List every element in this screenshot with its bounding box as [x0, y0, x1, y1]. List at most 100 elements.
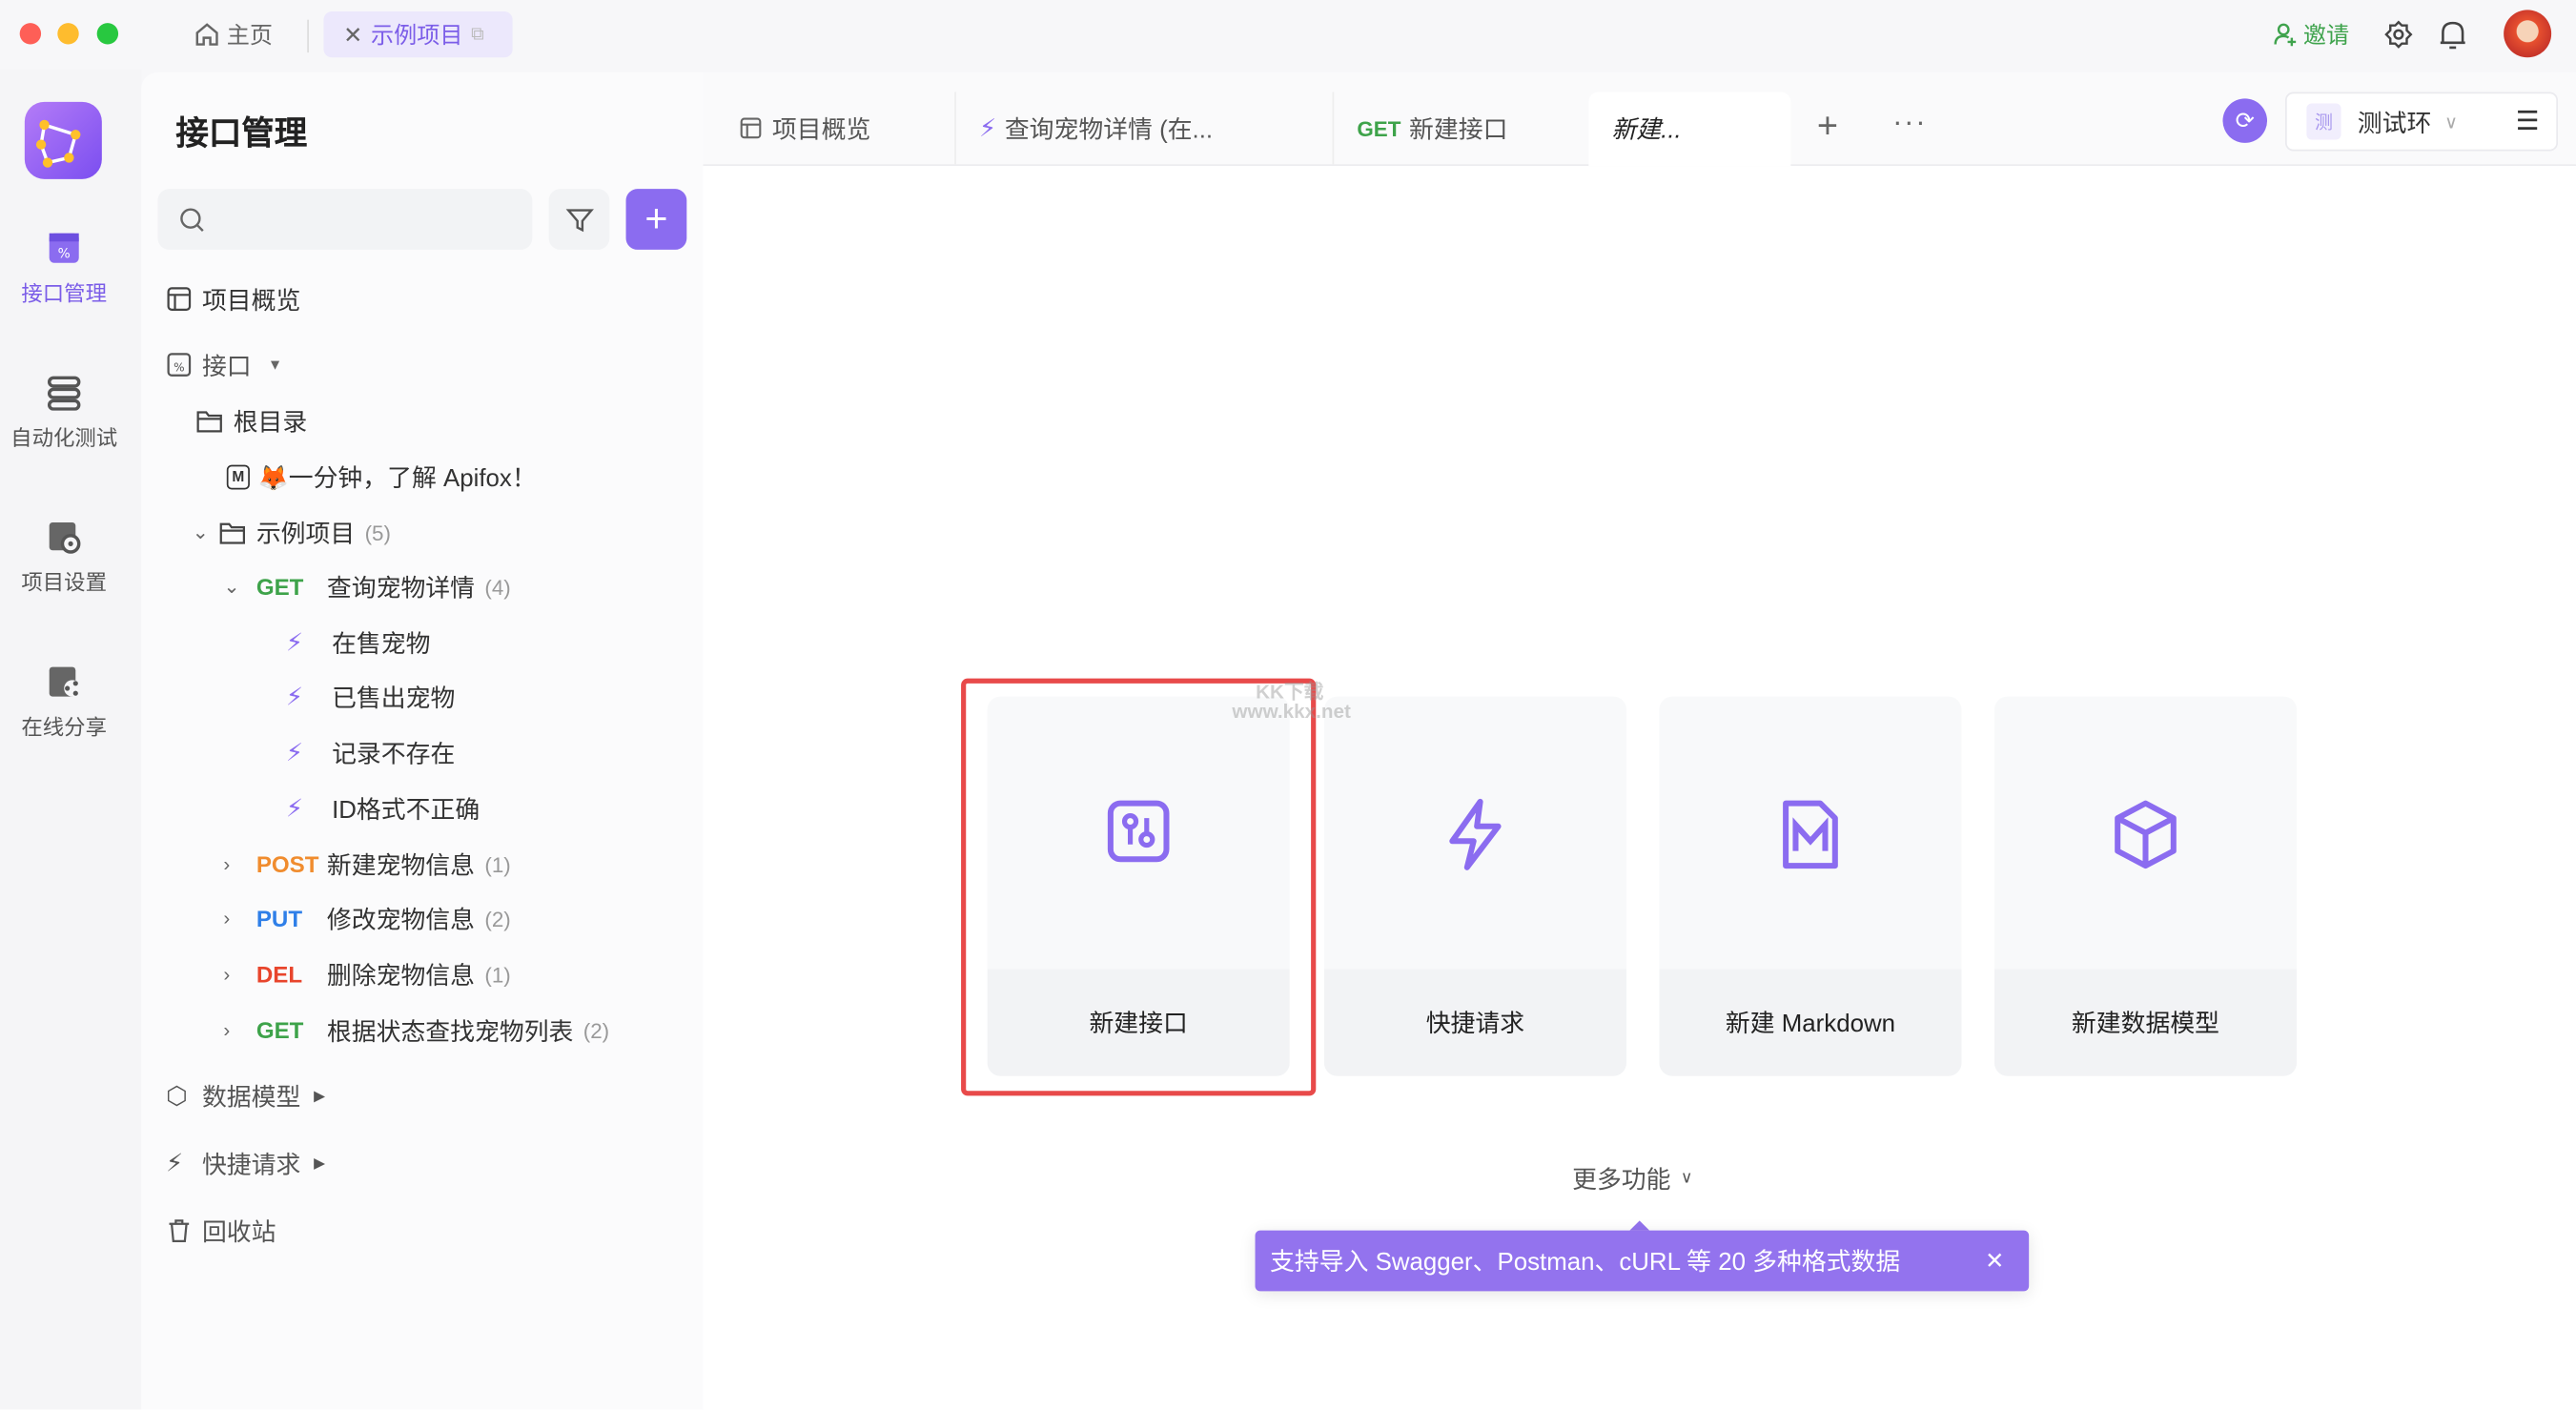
- tab-case[interactable]: ⚡︎ 查询宠物详情 (在...: [954, 92, 1332, 165]
- rail-item-online-share[interactable]: 在线分享: [0, 664, 128, 741]
- chevron-down-icon: ∨: [1680, 1169, 1693, 1188]
- chevron-down-icon[interactable]: ⌄: [193, 521, 219, 543]
- search-field[interactable]: [216, 198, 520, 242]
- search-icon: [180, 208, 204, 232]
- lightning-box-icon: ⚡︎: [166, 1150, 184, 1178]
- tab-overview[interactable]: 项目概览: [716, 92, 954, 164]
- new-data-model-card[interactable]: 新建数据模型: [1993, 696, 2298, 1076]
- add-user-icon: [2274, 23, 2297, 47]
- environment-select[interactable]: 测 测试环 ∨: [2284, 92, 2501, 152]
- avatar[interactable]: [2504, 10, 2552, 58]
- maximize-window-button[interactable]: [96, 23, 119, 45]
- more-tabs-button[interactable]: ···: [1892, 105, 1927, 139]
- label: 快捷请求: [201, 1151, 301, 1179]
- label: ID格式不正确: [332, 795, 480, 825]
- new-markdown-card[interactable]: 新建 Markdown: [1659, 696, 1962, 1076]
- invite-label: 邀请: [2302, 21, 2350, 48]
- trash-icon: [169, 1219, 190, 1242]
- rail-item-automated-testing[interactable]: 自动化测试: [0, 375, 128, 452]
- chevron-right-icon[interactable]: ›: [223, 963, 250, 986]
- card-label: 快捷请求: [1323, 969, 1626, 1076]
- cube-icon: [2115, 800, 2177, 869]
- chevron-right-icon[interactable]: ›: [223, 1018, 250, 1041]
- project-tab[interactable]: ✕ 示例项目 ⧉: [323, 11, 513, 58]
- chevron-right-icon[interactable]: ›: [223, 907, 250, 930]
- minimize-window-button[interactable]: [57, 23, 79, 45]
- chevron-right-icon[interactable]: ›: [223, 852, 250, 875]
- folder-icon: [219, 521, 246, 543]
- rail-label: 接口管理: [21, 280, 108, 306]
- endpoint-row[interactable]: › PUT 修改宠物信息 (2): [223, 899, 510, 938]
- bell-icon[interactable]: [2438, 18, 2467, 51]
- add-button[interactable]: +: [625, 189, 687, 250]
- filter-button[interactable]: [548, 189, 610, 250]
- svg-text:%: %: [174, 360, 184, 374]
- rail-item-api-management[interactable]: % 接口管理: [0, 230, 128, 307]
- watermark-text: KK下载 www.kkx.net: [1232, 680, 1351, 724]
- close-tab-icon[interactable]: ✕: [343, 21, 362, 49]
- case-icon: ⚡︎: [285, 739, 304, 767]
- tooltip-arrow: [1629, 1220, 1650, 1231]
- label: 示例项目: [256, 520, 356, 548]
- method-badge: GET: [1357, 115, 1401, 141]
- import-tooltip: 支持导入 Swagger、Postman、cURL 等 20 多种格式数据 ✕: [1255, 1230, 2030, 1292]
- close-icon[interactable]: ✕: [1985, 1247, 2004, 1275]
- label: 根目录: [233, 408, 308, 437]
- count: (2): [484, 906, 511, 931]
- rail-label: 项目设置: [21, 569, 108, 595]
- cube-icon: ⬡: [166, 1082, 188, 1111]
- sync-button[interactable]: ⟳: [2222, 98, 2268, 143]
- add-tab-button[interactable]: +: [1817, 105, 1838, 148]
- lightning-icon: [1449, 798, 1502, 870]
- case-row[interactable]: ⚡︎ 在售宠物: [286, 623, 431, 662]
- label: 接口: [201, 352, 252, 380]
- home-tab-label: 主页: [226, 21, 274, 48]
- label: 记录不存在: [332, 740, 456, 768]
- menu-button[interactable]: ☰: [2498, 92, 2559, 152]
- case-icon: ⚡︎: [285, 628, 304, 658]
- tab-new-active[interactable]: 新建...: [1588, 92, 1791, 167]
- endpoint-row[interactable]: › DEL 删除宠物信息 (1): [223, 954, 510, 993]
- layout-icon: [167, 287, 192, 311]
- count: (1): [484, 851, 511, 877]
- tree-item-quick-requests[interactable]: ⚡︎ 快捷请求 ▶: [166, 1143, 325, 1182]
- endpoint-row[interactable]: ⌄ GET 查询宠物详情 (4): [223, 567, 510, 606]
- label: 数据模型: [201, 1083, 301, 1112]
- svg-text:%: %: [58, 247, 71, 262]
- tree-item-data-models[interactable]: ⬡ 数据模型 ▶: [166, 1076, 325, 1115]
- label: 项目概览: [201, 286, 301, 315]
- rail-label: 自动化测试: [10, 425, 118, 451]
- rail-item-project-settings[interactable]: 项目设置: [0, 520, 128, 597]
- divider: [307, 19, 309, 53]
- tree-item-folder[interactable]: ⌄ 示例项目 (5): [193, 513, 391, 552]
- endpoint-row[interactable]: › POST 新建宠物信息 (1): [223, 845, 510, 884]
- label: 🦊一分钟，了解 Apifox！: [257, 463, 537, 493]
- tab-label: 项目概览: [771, 115, 871, 144]
- case-row[interactable]: ⚡︎ 记录不存在: [286, 733, 456, 772]
- case-row[interactable]: ⚡︎ 已售出宠物: [286, 677, 456, 716]
- search-input[interactable]: [157, 189, 533, 250]
- case-row[interactable]: ⚡︎ ID格式不正确: [286, 788, 480, 828]
- tree-item-doc[interactable]: M 🦊一分钟，了解 Apifox！: [226, 457, 537, 496]
- more-features-button[interactable]: 更多功能 ∨: [1572, 1161, 1692, 1195]
- close-window-button[interactable]: [19, 23, 42, 45]
- home-tab[interactable]: 主页: [194, 16, 273, 52]
- case-icon: ⚡︎: [979, 114, 997, 143]
- external-link-icon[interactable]: ⧉: [471, 24, 484, 45]
- tree-item-root[interactable]: 根目录: [195, 400, 307, 439]
- chevron-down-icon[interactable]: ⌄: [223, 575, 250, 598]
- invite-button[interactable]: 邀请: [2272, 18, 2349, 51]
- tree-item-interfaces[interactable]: % 接口 ▼: [166, 345, 282, 384]
- method-badge: PUT: [256, 905, 303, 932]
- folder-icon: [196, 410, 222, 432]
- tree-item-trash[interactable]: 回收站: [166, 1211, 276, 1250]
- tree-item-overview[interactable]: 项目概览: [166, 279, 300, 318]
- quick-request-card[interactable]: 快捷请求: [1323, 696, 1626, 1076]
- gear-icon[interactable]: [2383, 20, 2413, 50]
- env-label: 测试环: [2357, 109, 2432, 137]
- tab-new-api[interactable]: GET 新建接口: [1332, 92, 1587, 165]
- endpoint-row[interactable]: › GET 根据状态查找宠物列表 (2): [223, 1011, 609, 1050]
- server-stack-icon: [47, 376, 81, 411]
- nav-rail: % 接口管理 自动化测试 项目设置 在线分享: [0, 69, 142, 1410]
- method-badge: DEL: [256, 961, 303, 988]
